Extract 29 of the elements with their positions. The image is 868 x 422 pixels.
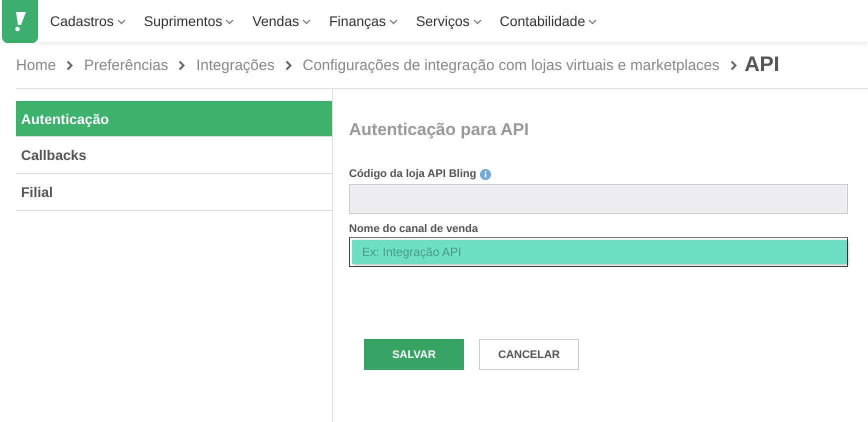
menu-item[interactable]: Vendas bbox=[252, 13, 316, 29]
chevron-icon bbox=[388, 19, 398, 25]
menu-item[interactable]: Serviços bbox=[416, 13, 487, 29]
chevron-right-icon bbox=[730, 60, 738, 70]
field-label: Código da loja API Bling bbox=[349, 168, 476, 180]
page-title: API bbox=[744, 53, 780, 77]
chevron-icon bbox=[588, 19, 598, 25]
cancel-button[interactable]: CANCELAR bbox=[479, 339, 579, 370]
chevron-icon bbox=[472, 19, 482, 25]
breadcrumb-link[interactable]: Home bbox=[16, 56, 56, 74]
menu-item[interactable]: Cadastros bbox=[50, 13, 131, 29]
breadcrumb-link[interactable]: Configurações de integração com lojas virtuais e marketplaces bbox=[302, 56, 720, 74]
chevron-right-icon bbox=[66, 60, 74, 70]
form-title: Autenticação para API bbox=[349, 120, 530, 140]
chevron-right-icon bbox=[178, 60, 186, 70]
logo-icon[interactable] bbox=[2, 0, 38, 43]
chevron-icon bbox=[225, 19, 234, 25]
chevron-icon bbox=[302, 19, 312, 25]
input-field[interactable]: Ex: Integração API bbox=[349, 237, 848, 267]
chevron-right-icon bbox=[284, 60, 293, 70]
menu-item[interactable]: Suprimentos bbox=[144, 13, 240, 29]
breadcrumb-link[interactable]: Integrações bbox=[196, 56, 275, 74]
field-label: Nome do canal de venda bbox=[349, 223, 478, 235]
breadcrumb-link[interactable]: Preferências bbox=[84, 56, 168, 74]
menu-item[interactable]: Finanças bbox=[329, 13, 403, 29]
chevron-icon bbox=[116, 19, 126, 25]
menu-item[interactable]: Contabilidade bbox=[500, 13, 602, 29]
sidebar-item[interactable]: Filial bbox=[16, 174, 332, 211]
sidebar-item[interactable]: Callbacks bbox=[16, 137, 332, 174]
